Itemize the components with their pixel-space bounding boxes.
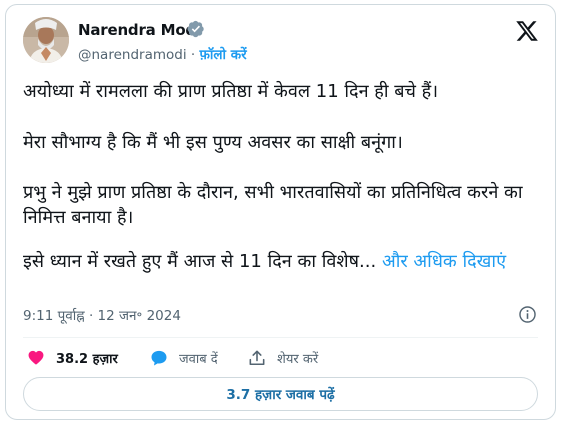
heart-icon [28, 350, 44, 365]
like-button[interactable]: 38.2 हज़ार [26, 345, 118, 371]
follow-button[interactable]: फ़ॉलो करें [199, 47, 246, 63]
tweet-paragraph-4: इसे ध्यान में रखते हुए मैं आज से 11 दिन … [23, 249, 538, 274]
handle-separator: · [190, 47, 196, 63]
info-icon[interactable] [518, 305, 537, 324]
author-handle[interactable]: @narendramodi [78, 47, 187, 63]
tweet-card: Narendra Modi @narendramodi · फ़ॉलो करें… [5, 4, 556, 420]
read-replies-button[interactable]: 3.7 हज़ार जवाब पढ़ें [23, 377, 538, 411]
handle-row: @narendramodi · फ़ॉलो करें [78, 45, 247, 63]
reply-button[interactable]: जवाब दें [149, 345, 218, 371]
avatar[interactable] [23, 17, 69, 63]
share-icon [249, 350, 265, 366]
tweet-timestamp[interactable]: 9:11 पूर्वाह्न · 12 जन॰ 2024 [23, 306, 181, 324]
author-name[interactable]: Narendra Modi [78, 21, 201, 39]
verified-badge-icon [187, 20, 204, 38]
show-more-link[interactable]: और अधिक दिखाएं [382, 251, 506, 272]
tweet-paragraph-2: मेरा सौभाग्य है कि मैं भी इस पुण्य अवसर … [23, 132, 403, 153]
share-button[interactable]: शेयर करें [247, 345, 318, 371]
divider [23, 337, 538, 338]
tweet-paragraph-3: प्रभु ने मुझे प्राण प्रतिष्ठा के दौरान, … [23, 182, 523, 228]
tweet-paragraph-1: अयोध्या में रामलला की प्राण प्रतिष्ठा मे… [23, 81, 439, 102]
like-count: 38.2 हज़ार [56, 352, 118, 367]
reply-bubble-icon [151, 350, 167, 366]
tweet-paragraph-4-text: इसे ध्यान में रखते हुए मैं आज से 11 दिन … [23, 251, 377, 272]
share-label: शेयर करें [277, 352, 319, 367]
x-logo-icon[interactable] [515, 19, 539, 43]
reply-label: जवाब दें [179, 352, 218, 367]
